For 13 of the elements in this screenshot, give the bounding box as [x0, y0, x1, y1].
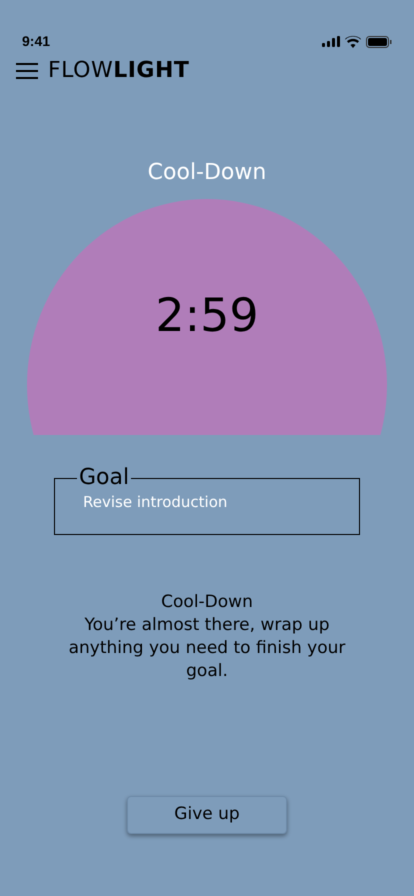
give-up-button[interactable]: Give up: [127, 796, 287, 834]
status-time: 9:41: [22, 32, 50, 51]
message-text: You’re almost there, wrap up anything you need to finish your goal.: [68, 614, 346, 683]
timer-text: 2:59: [155, 292, 259, 338]
app-logo: FLOWLIGHT: [48, 60, 190, 82]
goal-text: Revise introduction: [83, 492, 228, 513]
message-title: Cool-Down: [161, 591, 253, 614]
goal-legend: Goal: [77, 465, 132, 491]
menu-button[interactable]: [16, 63, 38, 79]
phase-title: Cool-Down: [148, 159, 266, 187]
battery-icon: [366, 36, 392, 48]
signal-icon: [322, 36, 340, 47]
wifi-icon: [345, 36, 361, 48]
